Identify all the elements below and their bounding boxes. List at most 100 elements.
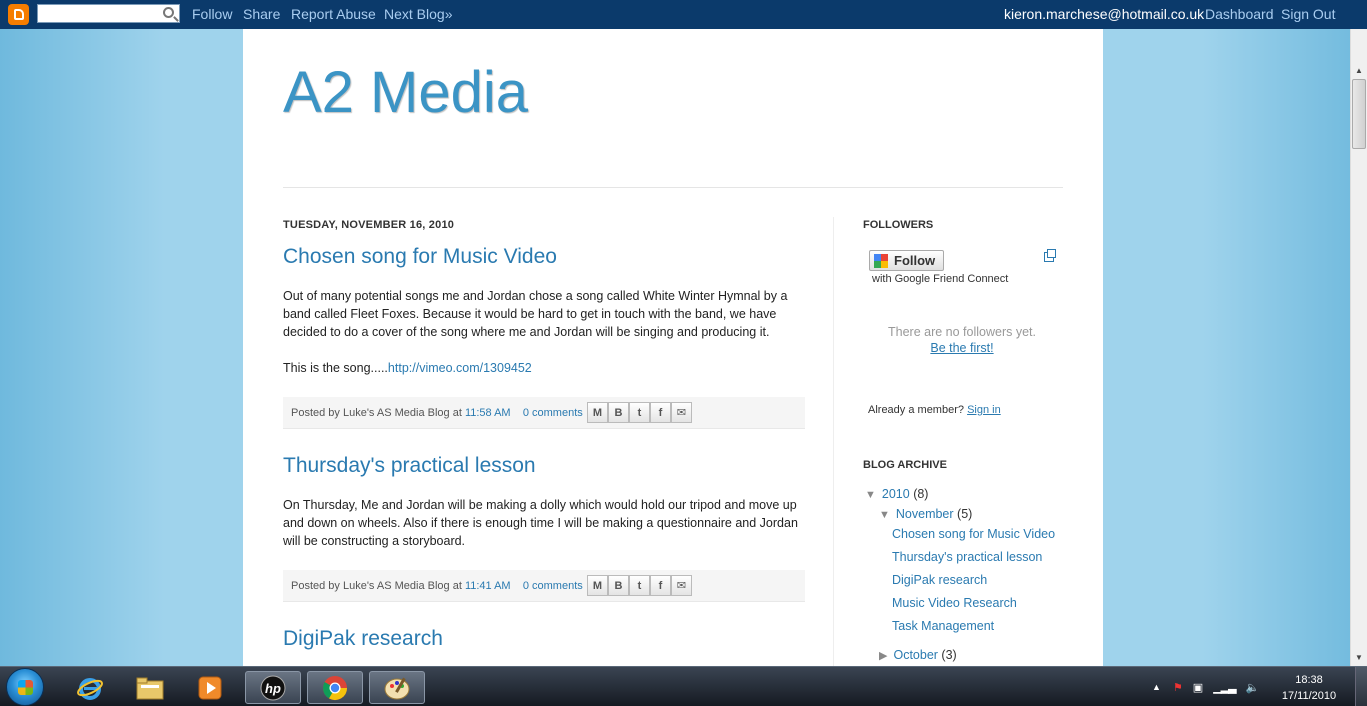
archive-year-count: (8) — [913, 487, 929, 501]
archive-year: ▼ 2010 (8) — [865, 487, 928, 501]
blog-archive-heading: BLOG ARCHIVE — [863, 459, 947, 471]
blogthis-icon[interactable]: B — [608, 402, 629, 423]
user-email: kieron.marchese@hotmail.co.uk — [1004, 6, 1205, 22]
twitter-icon[interactable]: t — [629, 402, 650, 423]
share-icons: M B t f ✉ — [587, 575, 692, 596]
follow-button-label: Follow — [894, 253, 936, 268]
share-link[interactable]: Share — [243, 6, 280, 22]
archive-month: ▼ November (5) — [879, 507, 972, 521]
share-icons: M B t f ✉ — [587, 402, 692, 423]
search-input[interactable] — [37, 4, 180, 23]
twitter-icon[interactable]: t — [629, 575, 650, 596]
device-icon[interactable]: ▣ — [1193, 681, 1203, 694]
post-title[interactable]: Thursday's practical lesson — [283, 454, 805, 478]
facebook-icon[interactable]: f — [650, 402, 671, 423]
already-member-text: Already a member? — [868, 404, 964, 416]
archive-post-link[interactable]: Task Management — [892, 619, 994, 633]
post-time-link[interactable]: 11:41 AM — [465, 580, 511, 592]
paint-icon[interactable] — [369, 671, 425, 704]
posted-by: Posted by Luke's AS Media Blog at — [291, 406, 462, 419]
post-paragraph: Out of many potential songs me and Jorda… — [283, 289, 788, 339]
archive-post-link[interactable]: DigiPak research — [892, 573, 987, 587]
blogger-logo-icon[interactable] — [8, 4, 29, 25]
blogthis-icon[interactable]: B — [608, 575, 629, 596]
sign-in-link[interactable]: Sign in — [967, 404, 1001, 416]
followers-heading: FOLLOWERS — [863, 219, 934, 231]
email-post-icon[interactable]: M — [587, 402, 608, 423]
vertical-scrollbar[interactable]: ▲ ▼ — [1350, 29, 1367, 666]
scroll-down-arrow-icon[interactable]: ▼ — [1351, 649, 1367, 666]
post-time-link[interactable]: 11:58 AM — [465, 407, 511, 419]
no-followers-text: There are no followers yet. — [888, 325, 1036, 339]
hp-app-icon[interactable]: hp — [245, 671, 301, 704]
archive-year-link[interactable]: 2010 — [882, 487, 910, 501]
file-explorer-icon[interactable] — [122, 671, 178, 704]
buzz-icon[interactable]: ✉ — [671, 575, 692, 596]
blogger-navbar: Follow Share Report Abuse Next Blog» kie… — [0, 0, 1367, 29]
follow-subtext: with Google Friend Connect — [872, 273, 1009, 285]
search-icon[interactable] — [163, 7, 174, 18]
comments-link[interactable]: 0 comments — [523, 407, 583, 419]
header-divider — [283, 187, 1063, 188]
facebook-icon[interactable]: f — [650, 575, 671, 596]
email-post-icon[interactable]: M — [587, 575, 608, 596]
follow-button[interactable]: Follow — [869, 250, 944, 271]
already-member: Already a member? Sign in — [868, 404, 1001, 416]
windows-taskbar: hp ▲ ⚑ ▣ ▁▂▃ 🔈 18:38 17/11/2010 — [0, 666, 1367, 706]
google-friend-connect-icon — [874, 253, 888, 268]
follow-link[interactable]: Follow — [192, 6, 232, 22]
archive-month: ▶ October (3) — [879, 648, 957, 662]
post-footer: Posted by Luke's AS Media Blog at 11:41 … — [283, 570, 805, 602]
volume-icon[interactable]: 🔈 — [1246, 681, 1260, 694]
dashboard-link[interactable]: Dashboard — [1205, 6, 1274, 22]
popout-icon[interactable] — [1044, 249, 1056, 262]
song-prefix: This is the song..... — [283, 361, 388, 375]
column-divider — [833, 217, 834, 666]
archive-post-link[interactable]: Thursday's practical lesson — [892, 550, 1042, 564]
main-column: TUESDAY, NOVEMBER 16, 2010 Chosen song f… — [283, 219, 805, 651]
svg-text:hp: hp — [265, 681, 281, 696]
sidebar: FOLLOWERS Follow with Google Friend Conn… — [863, 219, 1063, 662]
archive-post-link[interactable]: Chosen song for Music Video — [892, 527, 1055, 541]
song-link[interactable]: http://vimeo.com/1309452 — [388, 361, 532, 375]
post-body: On Thursday, Me and Jordan will be makin… — [283, 496, 805, 550]
network-signal-icon[interactable]: ▁▂▃ — [1213, 681, 1236, 694]
post-paragraph: On Thursday, Me and Jordan will be makin… — [283, 498, 798, 548]
action-center-icon[interactable]: ⚑ — [1173, 681, 1183, 694]
scroll-thumb[interactable] — [1352, 79, 1366, 149]
archive-month-link[interactable]: October — [893, 648, 937, 662]
comments-link[interactable]: 0 comments — [523, 580, 583, 592]
internet-explorer-icon[interactable] — [62, 671, 118, 704]
post-title[interactable]: DigiPak research — [283, 627, 805, 651]
expand-triangle-icon[interactable]: ▶ — [879, 650, 887, 662]
archive-month-count: (5) — [957, 507, 973, 521]
system-tray: ▲ ⚑ ▣ ▁▂▃ 🔈 — [1152, 667, 1259, 706]
archive-month-link[interactable]: November — [896, 507, 954, 521]
buzz-icon[interactable]: ✉ — [671, 402, 692, 423]
post-title[interactable]: Chosen song for Music Video — [283, 245, 805, 269]
start-button[interactable] — [6, 668, 44, 706]
scroll-up-arrow-icon[interactable]: ▲ — [1351, 62, 1367, 79]
sign-out-link[interactable]: Sign Out — [1281, 6, 1335, 22]
collapse-triangle-icon[interactable]: ▼ — [865, 489, 876, 501]
report-abuse-link[interactable]: Report Abuse — [291, 6, 376, 22]
collapse-triangle-icon[interactable]: ▼ — [879, 509, 890, 521]
blog-page: A2 Media TUESDAY, NOVEMBER 16, 2010 Chos… — [243, 29, 1103, 666]
post-body: Out of many potential songs me and Jorda… — [283, 287, 805, 377]
system-clock[interactable]: 18:38 17/11/2010 — [1278, 672, 1340, 704]
posted-by: Posted by Luke's AS Media Blog at — [291, 579, 462, 592]
chrome-icon[interactable] — [307, 671, 363, 704]
be-first-link[interactable]: Be the first! — [863, 341, 1061, 355]
post-paragraph: This is the song.....http://vimeo.com/13… — [283, 359, 805, 377]
clock-time: 18:38 — [1295, 674, 1323, 686]
post-footer: Posted by Luke's AS Media Blog at 11:58 … — [283, 397, 805, 429]
media-player-icon[interactable] — [182, 671, 238, 704]
date-header: TUESDAY, NOVEMBER 16, 2010 — [283, 219, 455, 231]
archive-month-count: (3) — [941, 648, 957, 662]
blog-title[interactable]: A2 Media — [283, 59, 528, 126]
next-blog-link[interactable]: Next Blog» — [384, 6, 452, 22]
show-hidden-icons-icon[interactable]: ▲ — [1152, 682, 1161, 692]
clock-date: 17/11/2010 — [1281, 690, 1337, 702]
archive-post-link[interactable]: Music Video Research — [892, 596, 1017, 610]
show-desktop-button[interactable] — [1355, 667, 1367, 706]
